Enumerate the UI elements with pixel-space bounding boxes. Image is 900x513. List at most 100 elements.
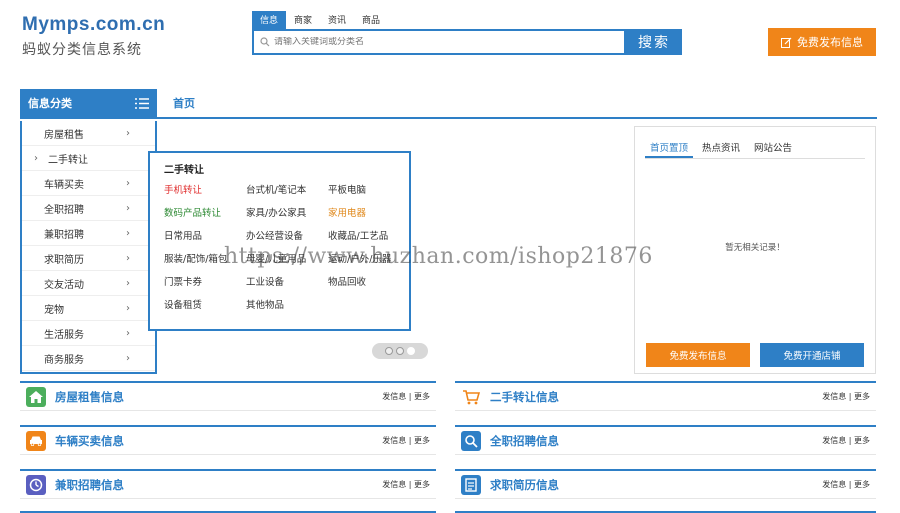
empty-message: 暂无相关记录！ (725, 243, 785, 253)
subcategory-link[interactable]: 其他物品 (246, 297, 328, 311)
category-item[interactable]: 车辆买卖 › (22, 171, 155, 196)
search-tab-news[interactable]: 资讯 (320, 11, 354, 29)
subcategory-link[interactable]: 家用电器 (328, 205, 410, 219)
subcategory-link[interactable]: 手机转让 (164, 182, 246, 196)
section-fulltime-jobs: 全职招聘信息 发信息 | 更多 (455, 425, 876, 455)
tab-announcements[interactable]: 网站公告 (749, 137, 797, 158)
subcategory-link[interactable]: 门票卡券 (164, 274, 246, 288)
section-vehicles: 车辆买卖信息 发信息 | 更多 (20, 425, 436, 455)
edit-icon (781, 37, 792, 48)
category-label: 交友活动 (44, 279, 84, 291)
section-housing: 房屋租售信息 发信息 | 更多 (20, 381, 436, 411)
slider-dot[interactable] (385, 347, 393, 355)
subcategory-link[interactable]: 台式机/笔记本 (246, 182, 328, 196)
section-title[interactable]: 求职简历信息 (490, 477, 559, 493)
chevron-right-icon: › (126, 127, 130, 139)
category-label: 房屋租售 (44, 129, 84, 141)
tab-hot-news[interactable]: 热点资讯 (697, 137, 745, 158)
cart-icon (461, 386, 481, 407)
publish-button-label: 免费发布信息 (797, 36, 863, 49)
subcategory-link[interactable]: 办公经营设备 (246, 228, 328, 242)
search-box: 信息 商家 资讯 商品 搜索 (252, 11, 682, 55)
chevron-right-icon: › (126, 202, 130, 214)
category-item[interactable]: 兼职招聘 › (22, 221, 155, 246)
category-header[interactable]: 信息分类 (20, 89, 157, 117)
section-title[interactable]: 车辆买卖信息 (55, 433, 124, 449)
category-label: 生活服务 (44, 329, 84, 341)
section-links[interactable]: 发信息 | 更多 (382, 479, 430, 490)
subcategory-link[interactable]: 工业设备 (246, 274, 328, 288)
open-shop-button[interactable]: 免费开通店铺 (760, 343, 864, 367)
slider-pagination (372, 343, 428, 359)
watermark: https://www.huzhan.com/ishop21876 (224, 244, 653, 269)
nav-home-link[interactable]: 首页 (173, 95, 195, 111)
subcategory-link[interactable]: 数码产品转让 (164, 205, 246, 219)
category-item[interactable]: 生活服务 › (22, 321, 155, 346)
category-label: 宠物 (44, 304, 64, 316)
category-item[interactable]: 商务服务 › (22, 346, 155, 371)
section-links[interactable]: 发信息 | 更多 (822, 391, 870, 402)
category-item[interactable]: 房屋租售 › (22, 121, 155, 146)
section-links[interactable]: 发信息 | 更多 (382, 435, 430, 446)
category-list: 房屋租售 › › 二手转让 车辆买卖 › 全职招聘 › 兼职招聘 › 求职简历 › 交友活动… (20, 121, 157, 374)
resume-icon (461, 474, 481, 495)
car-icon (26, 430, 46, 451)
chevron-right-icon: › (126, 227, 130, 239)
tab-top-posts[interactable]: 首页置顶 (645, 137, 694, 158)
chevron-right-icon: › (34, 152, 38, 164)
search-button[interactable]: 搜索 (626, 29, 682, 55)
subcategory-link[interactable]: 日常用品 (164, 228, 246, 242)
chevron-right-icon: › (126, 252, 130, 264)
subcategory-popup-title: 二手转让 (164, 165, 204, 176)
subcategory-link[interactable]: 收藏品/工艺品 (328, 228, 410, 242)
section-parttime-jobs: 兼职招聘信息 发信息 | 更多 (20, 469, 436, 499)
search-tab-shop[interactable]: 商家 (286, 11, 320, 29)
search-tab-goods[interactable]: 商品 (354, 11, 388, 29)
category-label: 二手转让 (48, 154, 88, 166)
section-title[interactable]: 二手转让信息 (490, 389, 559, 405)
news-tabs: 首页置顶 热点资讯 网站公告 (645, 137, 865, 159)
chevron-right-icon: › (126, 277, 130, 289)
search-field (252, 29, 626, 55)
menu-icon (135, 97, 149, 109)
news-panel: 首页置顶 热点资讯 网站公告 暂无相关记录！ 免费发布信息 免费开通店铺 (634, 126, 876, 374)
nav-bar: 信息分类 首页 (20, 89, 877, 119)
publish-button[interactable]: 免费发布信息 (768, 28, 876, 56)
subcategory-link[interactable]: 平板电脑 (328, 182, 410, 196)
search-row: 搜索 (252, 29, 682, 55)
subcategory-link[interactable]: 物品回收 (328, 274, 410, 288)
chevron-right-icon: › (126, 177, 130, 189)
site-logo[interactable]: Mymps.com.cn 蚂蚁分类信息系统 (22, 14, 165, 59)
chevron-right-icon: › (126, 302, 130, 314)
category-header-label: 信息分类 (28, 97, 72, 110)
search-tab-info[interactable]: 信息 (252, 11, 287, 29)
search-icon (260, 37, 270, 47)
chevron-right-icon: › (126, 352, 130, 364)
section-resumes: 求职简历信息 发信息 | 更多 (455, 469, 876, 499)
section-links[interactable]: 发信息 | 更多 (822, 435, 870, 446)
category-label: 求职简历 (44, 254, 84, 266)
logo-title: Mymps.com.cn (22, 14, 166, 35)
category-item[interactable]: › 二手转让 (22, 146, 155, 171)
section-title[interactable]: 兼职招聘信息 (55, 477, 124, 493)
category-label: 车辆买卖 (44, 179, 84, 191)
category-item[interactable]: 全职招聘 › (22, 196, 155, 221)
section-title[interactable]: 全职招聘信息 (490, 433, 559, 449)
section-secondhand: 二手转让信息 发信息 | 更多 (455, 381, 876, 411)
section-links[interactable]: 发信息 | 更多 (822, 479, 870, 490)
section-title[interactable]: 房屋租售信息 (55, 389, 124, 405)
subcategory-link[interactable]: 设备租赁 (164, 297, 246, 311)
search-input[interactable] (274, 37, 624, 47)
clock-icon (26, 474, 46, 495)
slider-dot-active[interactable] (407, 347, 415, 355)
subcategory-link[interactable]: 家具/办公家具 (246, 205, 328, 219)
category-item[interactable]: 宠物 › (22, 296, 155, 321)
free-publish-button[interactable]: 免费发布信息 (646, 343, 750, 367)
search-person-icon (461, 430, 481, 451)
category-label: 商务服务 (44, 354, 84, 366)
section-links[interactable]: 发信息 | 更多 (382, 391, 430, 402)
category-label: 兼职招聘 (44, 229, 84, 241)
category-item[interactable]: 交友活动 › (22, 271, 155, 296)
category-item[interactable]: 求职简历 › (22, 246, 155, 271)
slider-dot[interactable] (396, 347, 404, 355)
